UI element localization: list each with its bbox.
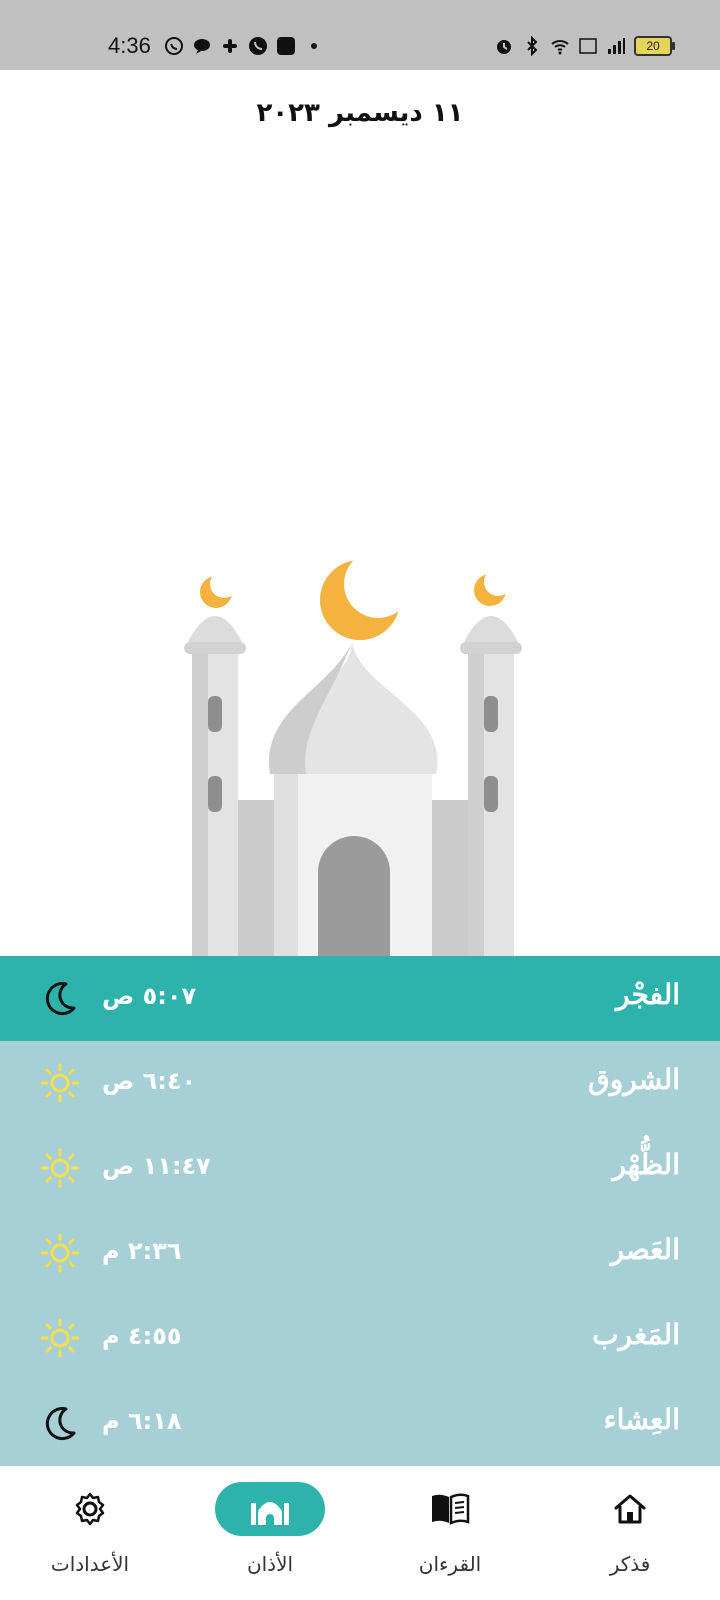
alarm-icon	[497, 40, 511, 54]
nav-icon-wrap[interactable]	[215, 1482, 325, 1536]
sun-icon	[40, 1318, 80, 1358]
prayer-time: ٤:٥٥ م	[102, 1322, 182, 1350]
prayer-name: المَغرب	[592, 1318, 680, 1351]
notification-icons	[164, 36, 324, 56]
moon-icon	[45, 1407, 76, 1441]
prayer-row-fajr[interactable]: الفجْر ٥:٠٧ ص	[0, 956, 720, 1041]
status-time: 4:36	[108, 33, 151, 58]
prayer-name: العِشاء	[603, 1403, 681, 1436]
nav-icon-wrap[interactable]	[35, 1482, 145, 1536]
nav-adhan[interactable]: الأذان	[180, 1466, 360, 1600]
nav-dhikr[interactable]: فذكر	[540, 1466, 720, 1600]
home-icon	[614, 1494, 646, 1524]
whatsapp-icon	[165, 37, 183, 55]
status-bar: 4:36 20	[0, 0, 720, 70]
prayer-times-list: الفجْر ٥:٠٧ ص الشروق ٦:٤٠ ص الظُّهْر ١١:…	[0, 956, 720, 1466]
sun-icon	[40, 1063, 80, 1103]
prayer-name: الشروق	[588, 1063, 680, 1096]
nav-icon-wrap[interactable]	[395, 1482, 505, 1536]
nav-label: فذكر	[609, 1552, 651, 1576]
prayer-name: الظُّهْر	[612, 1148, 680, 1181]
phone-icon	[249, 37, 267, 55]
signal-icon	[608, 38, 625, 54]
moon-icon	[45, 982, 76, 1016]
page-title: ١١ ديسمبر ٢٠٢٣	[256, 98, 464, 128]
nav-label: الأعدادات	[50, 1552, 130, 1576]
prayer-row-maghrib[interactable]: المَغرب ٤:٥٥ م	[0, 1296, 720, 1381]
volte-icon	[579, 38, 597, 54]
prayer-time: ٦:١٨ م	[102, 1407, 182, 1435]
more-dot-icon	[311, 43, 317, 49]
prayer-time: ٢:٣٦ م	[102, 1237, 182, 1265]
prayer-row-dhuhr[interactable]: الظُّهْر ١١:٤٧ ص	[0, 1126, 720, 1211]
prayer-time: ٥:٠٧ ص	[102, 982, 197, 1010]
book-icon	[432, 1493, 470, 1525]
wifi-icon	[551, 40, 569, 55]
battery-indicator: 20	[634, 36, 675, 56]
prayer-row-sunrise[interactable]: الشروق ٦:٤٠ ص	[0, 1041, 720, 1126]
prayer-row-asr[interactable]: العَصر ٢:٣٦ م	[0, 1211, 720, 1296]
nav-settings[interactable]: الأعدادات	[0, 1466, 180, 1600]
mosque-icon	[251, 1502, 289, 1525]
slack-icon	[223, 39, 237, 53]
app-square-icon	[277, 37, 295, 55]
nav-label: الأذان	[246, 1552, 294, 1576]
nav-quran[interactable]: القرءان	[360, 1466, 540, 1600]
nav-label: القرءان	[418, 1552, 482, 1576]
system-icons: 20	[494, 36, 675, 56]
bottom-navigation: الأعدادات الأذان القرءان فذكر	[0, 1466, 720, 1600]
chat-icon	[194, 39, 210, 54]
mosque-illustration	[184, 560, 522, 956]
prayer-time: ٦:٤٠ ص	[102, 1067, 197, 1095]
sun-icon	[40, 1148, 80, 1188]
prayer-row-isha[interactable]: العِشاء ٦:١٨ م	[0, 1381, 720, 1466]
sun-icon	[40, 1233, 80, 1273]
gear-icon	[75, 1492, 105, 1526]
prayer-name: الفجْر	[616, 978, 680, 1011]
prayer-name: العَصر	[610, 1233, 680, 1266]
bluetooth-icon	[527, 36, 538, 56]
prayer-time: ١١:٤٧ ص	[102, 1152, 211, 1180]
nav-icon-wrap[interactable]	[575, 1482, 685, 1536]
